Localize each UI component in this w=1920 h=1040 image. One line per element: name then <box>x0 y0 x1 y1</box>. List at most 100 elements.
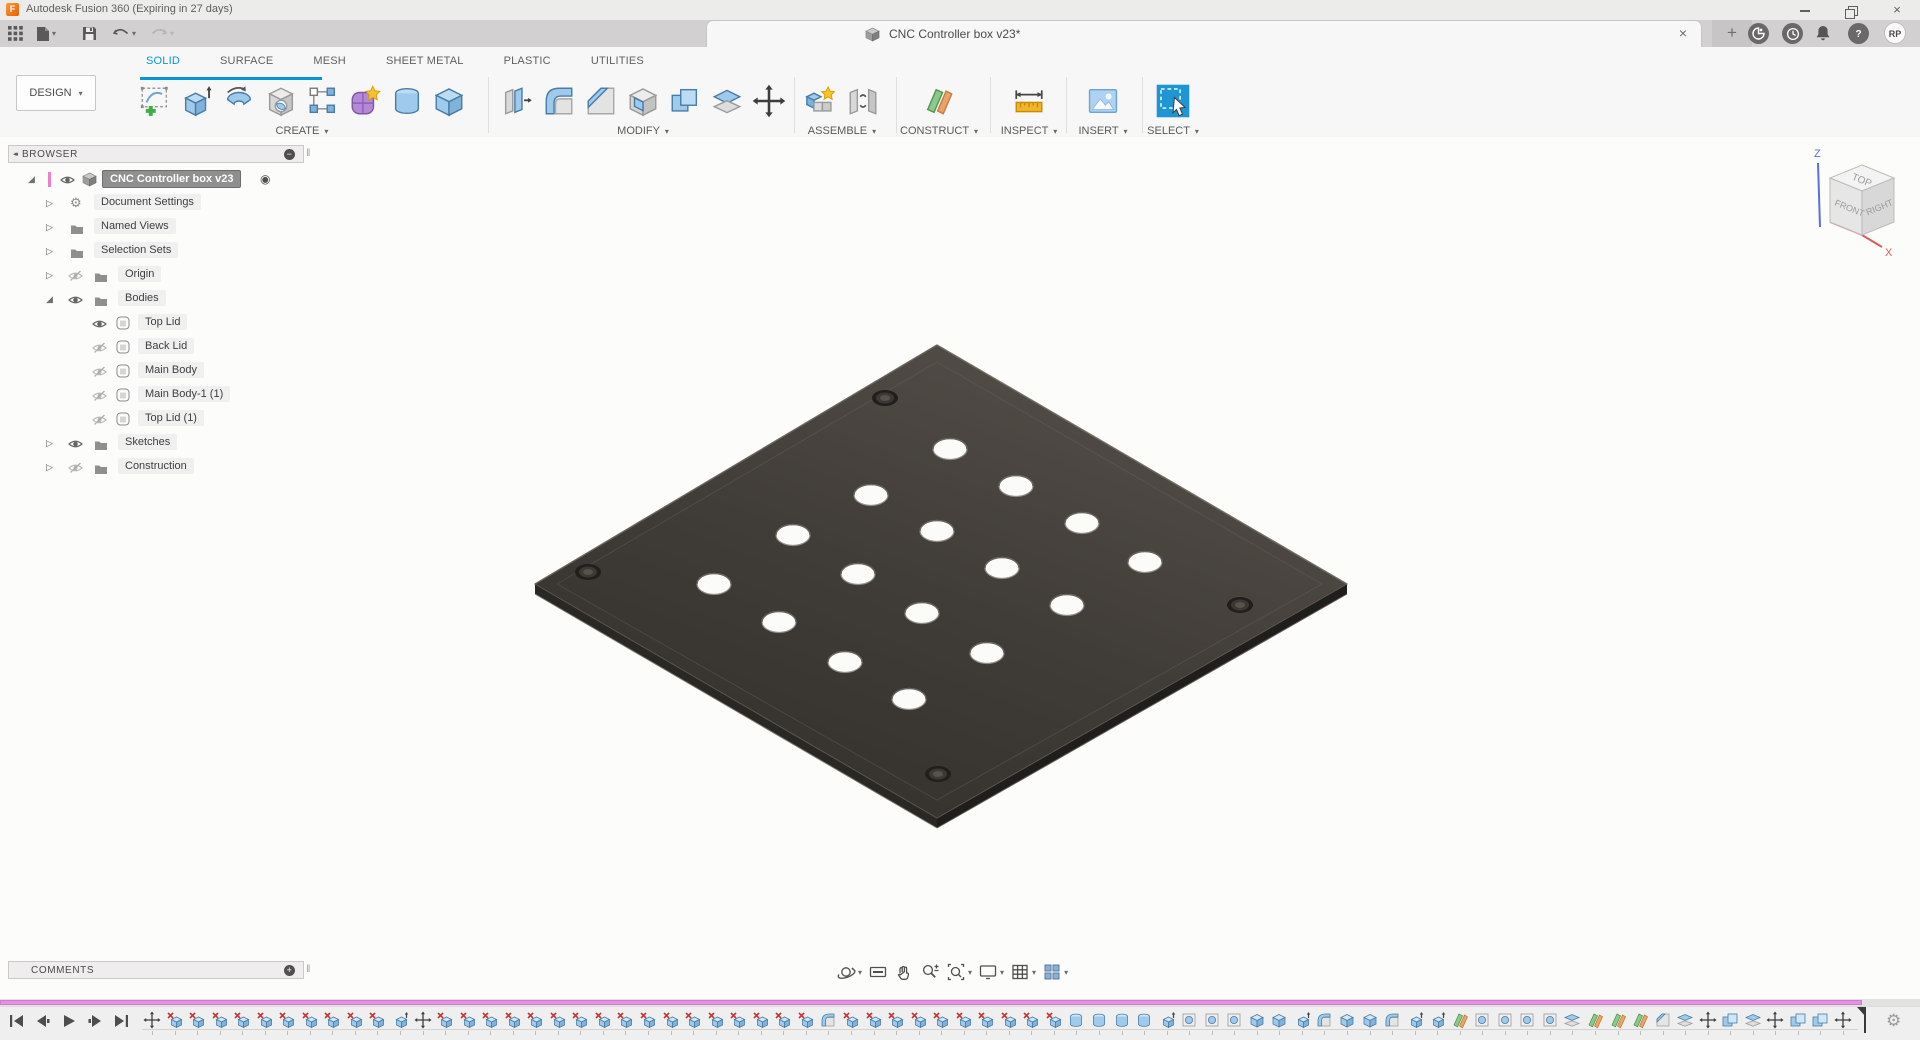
browser-row-construction[interactable]: ▷ Construction <box>8 456 308 480</box>
plate-body[interactable] <box>534 344 1349 829</box>
timeline-feature-fillet-icon[interactable] <box>1382 1010 1402 1035</box>
play-button[interactable] <box>58 1012 79 1030</box>
timeline-feature-split-icon[interactable] <box>1675 1010 1695 1035</box>
timeline-feature-extrude-icon[interactable] <box>390 1010 410 1035</box>
timeline-feature-cylinder-icon[interactable] <box>1112 1010 1132 1035</box>
timeline-feature-box-icon[interactable] <box>1360 1010 1380 1035</box>
browser-row-selection-sets[interactable]: ▷ Selection Sets <box>8 240 308 264</box>
timeline-feature-xcube-icon[interactable] <box>706 1010 726 1035</box>
browser-row-top-lid-1[interactable]: Top Lid (1) <box>8 408 308 432</box>
panel-grip-icon[interactable]: ‖ <box>306 964 311 975</box>
timeline-feature-hole-icon[interactable] <box>1179 1010 1199 1035</box>
timeline-feature-xcube-icon[interactable] <box>480 1010 500 1035</box>
timeline-feature-cylinder-icon[interactable] <box>1089 1010 1109 1035</box>
timeline-feature-xcube-icon[interactable] <box>232 1010 252 1035</box>
cylinder-button[interactable] <box>386 81 428 121</box>
timeline-feature-xcube-icon[interactable] <box>999 1010 1019 1035</box>
browser-row-document-settings[interactable]: ▷ ⚙ Document Settings <box>8 192 308 216</box>
timeline-feature-box-icon[interactable] <box>1337 1010 1357 1035</box>
timeline-feature-xcube-icon[interactable] <box>548 1010 568 1035</box>
screw-recess[interactable] <box>583 569 593 575</box>
browser-row-back-lid[interactable]: Back Lid <box>8 336 308 360</box>
press-pull-button[interactable] <box>496 81 538 121</box>
timeline-feature-xcube-icon[interactable] <box>458 1010 478 1035</box>
timeline-feature-xcube-icon[interactable] <box>638 1010 658 1035</box>
eye-hidden-icon[interactable] <box>92 365 107 383</box>
timeline-feature-extrude-icon[interactable] <box>1405 1010 1425 1035</box>
measure-button[interactable] <box>1008 81 1050 121</box>
timeline-feature-plane-icon[interactable] <box>1630 1010 1650 1035</box>
eye-visible-icon[interactable] <box>92 317 107 335</box>
insert-image-button[interactable] <box>1082 81 1124 121</box>
add-comment-icon[interactable]: + <box>284 965 295 976</box>
chamfer-button[interactable] <box>580 81 622 121</box>
timeline-feature-hole-icon[interactable] <box>1517 1010 1537 1035</box>
shell-button[interactable] <box>622 81 664 121</box>
tree-label[interactable]: Main Body <box>138 362 204 378</box>
timeline-feature-xcube-icon[interactable] <box>751 1010 771 1035</box>
fit-icon[interactable]: ▾ <box>946 962 972 982</box>
construction-plane-button[interactable] <box>918 81 960 121</box>
timeline-feature-move-icon[interactable] <box>413 1010 433 1035</box>
tree-label[interactable]: Sketches <box>118 434 178 450</box>
eye-visible-icon[interactable] <box>68 293 83 311</box>
timeline-feature-xcube-icon[interactable] <box>210 1010 230 1035</box>
timeline-feature-plane-icon[interactable] <box>1450 1010 1470 1035</box>
tab-plastic[interactable]: PLASTIC <box>504 55 551 70</box>
toolbar-group-label[interactable]: INSPECT ▾ <box>1001 125 1058 137</box>
new-tab-button[interactable]: + <box>1712 20 1752 47</box>
toolbar-group-label[interactable]: CREATE ▾ <box>276 125 329 137</box>
revolve-button[interactable] <box>218 81 260 121</box>
toolbar-group-label[interactable]: INSERT ▾ <box>1078 125 1127 137</box>
timeline-settings-gear-icon[interactable]: ⚙ <box>1886 1011 1901 1031</box>
expander-icon[interactable]: ▷ <box>46 270 53 281</box>
timeline-feature-combine-icon[interactable] <box>1720 1010 1740 1035</box>
timeline-feature-xcube-icon[interactable] <box>187 1010 207 1035</box>
extensions-icon[interactable] <box>1748 23 1769 44</box>
timeline-feature-xcube-icon[interactable] <box>503 1010 523 1035</box>
eye-hidden-icon[interactable] <box>92 413 107 431</box>
toolbar-group-label[interactable]: SELECT ▾ <box>1147 125 1199 137</box>
timeline-scrollbar-track[interactable] <box>0 999 1920 1006</box>
timeline-feature-cylinder-icon[interactable] <box>1134 1010 1154 1035</box>
avatar[interactable]: RP <box>1884 22 1906 44</box>
tree-label[interactable]: Document Settings <box>94 194 201 210</box>
timeline-feature-plane-icon[interactable] <box>1585 1010 1605 1035</box>
undo-icon[interactable]: ▾ <box>112 24 136 43</box>
extrude-button[interactable] <box>176 81 218 121</box>
browser-row-named-views[interactable]: ▷ Named Views <box>8 216 308 240</box>
comments-panel-header[interactable]: COMMENTS + ‖ <box>8 961 310 979</box>
timeline-feature-xcube-icon[interactable] <box>864 1010 884 1035</box>
eye-hidden-icon[interactable] <box>92 389 107 407</box>
display-settings-icon[interactable]: ▾ <box>978 962 1004 982</box>
expander-icon[interactable]: ◢ <box>28 174 35 185</box>
timeline-feature-xcube-icon[interactable] <box>300 1010 320 1035</box>
timeline-feature-fillet-icon[interactable] <box>1314 1010 1334 1035</box>
tab-solid[interactable]: SOLID <box>146 55 180 70</box>
move-button[interactable] <box>748 81 790 121</box>
eye-hidden-icon[interactable] <box>68 461 83 479</box>
timeline-feature-fillet-icon[interactable] <box>818 1010 838 1035</box>
tree-label[interactable]: Top Lid (1) <box>138 410 204 426</box>
expander-icon[interactable]: ▷ <box>46 222 53 233</box>
close-button[interactable]: × <box>1874 0 1920 20</box>
joint-button[interactable] <box>842 81 884 121</box>
pattern-button[interactable] <box>302 81 344 121</box>
tab-sheet-metal[interactable]: SHEET METAL <box>386 55 464 70</box>
timeline-feature-combine-icon[interactable] <box>1788 1010 1808 1035</box>
timeline-feature-box-icon[interactable] <box>1269 1010 1289 1035</box>
save-icon[interactable] <box>82 24 97 43</box>
browser-row-top-lid[interactable]: Top Lid <box>8 312 308 336</box>
box-button[interactable] <box>428 81 470 121</box>
timeline-feature-move-icon[interactable] <box>1765 1010 1785 1035</box>
browser-row-main-body-1-1[interactable]: Main Body-1 (1) <box>8 384 308 408</box>
timeline-feature-xcube-icon[interactable] <box>570 1010 590 1035</box>
zoom-icon[interactable] <box>920 962 940 982</box>
timeline-feature-xcube-icon[interactable] <box>954 1010 974 1035</box>
timeline-feature-xcube-icon[interactable] <box>1044 1010 1064 1035</box>
look-at-icon[interactable] <box>868 962 888 982</box>
pan-icon[interactable] <box>894 962 914 982</box>
timeline-feature-xcube-icon[interactable] <box>277 1010 297 1035</box>
eye-visible-icon[interactable] <box>68 437 83 455</box>
timeline-feature-xcube-icon[interactable] <box>615 1010 635 1035</box>
